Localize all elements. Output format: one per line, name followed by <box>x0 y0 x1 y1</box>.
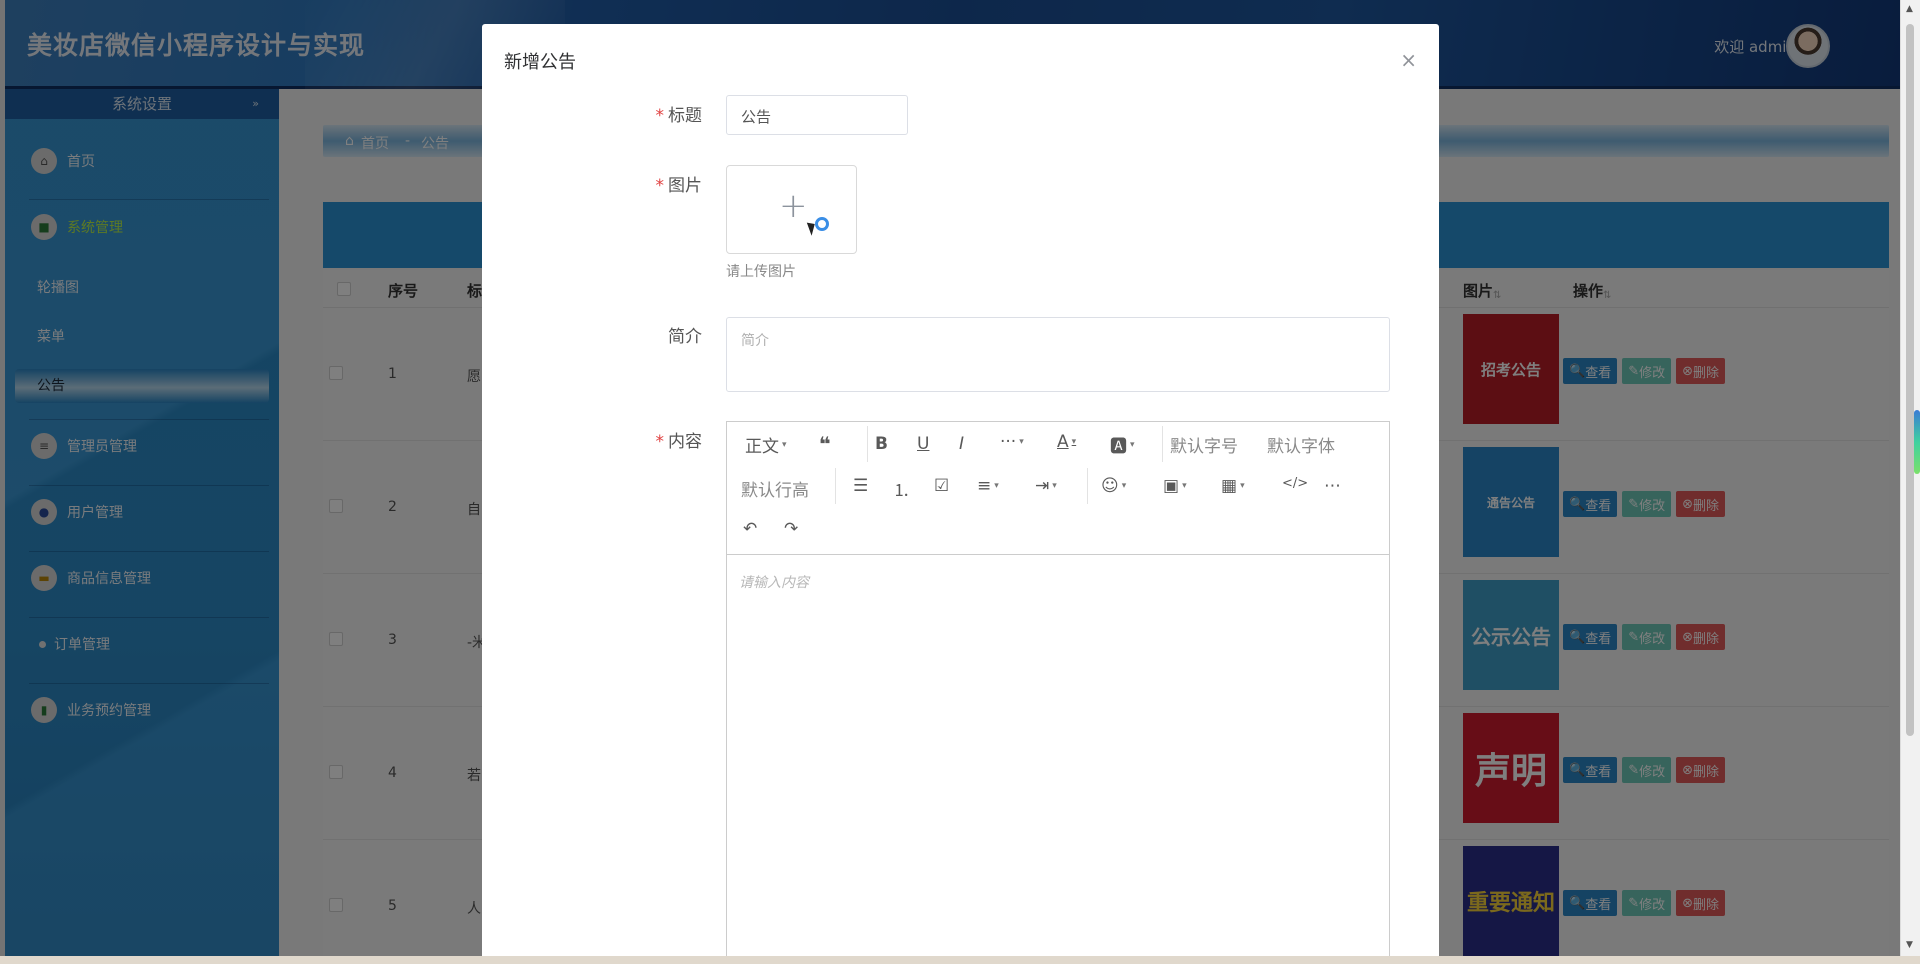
font-size-select[interactable]: 默认字号 <box>1170 432 1238 457</box>
plus-icon: + <box>779 186 808 226</box>
page-scrollbar[interactable]: ▲ ▼ <box>1900 0 1920 956</box>
underline-icon[interactable]: U <box>917 434 929 454</box>
editor-toolbar: 正文 ▾ ❝ B U I ··· ▾ A ▾ 🅰 ▾ 默认字号 默认字体 默认行高 ☰ … <box>727 422 1389 555</box>
heading-select[interactable]: 正文 ▾ <box>745 432 787 457</box>
image-icon[interactable]: ▣ ▾ <box>1163 476 1187 496</box>
line-height-select[interactable]: 默认行高 <box>741 476 809 501</box>
table-icon[interactable]: ▦ ▾ <box>1221 476 1245 496</box>
bold-icon[interactable]: B <box>875 434 888 454</box>
content-placeholder: 请输入内容 <box>739 575 809 591</box>
more-icon[interactable]: ··· ▾ <box>1000 432 1024 452</box>
bg-color-icon[interactable]: 🅰 ▾ <box>1110 432 1135 457</box>
content-label: * 内容 <box>655 432 703 452</box>
emotion-icon[interactable]: ☺ ▾ <box>1101 476 1126 496</box>
image-label: * 图片 <box>655 176 703 196</box>
undo-icon[interactable]: ↶ <box>743 519 757 539</box>
title-input[interactable]: 公告 <box>726 95 908 135</box>
add-notice-dialog: 新增公告 × * 标题 公告 * 图片 + 请上传图片 简介 简介 * 内容 正文 ▾ … <box>482 24 1439 964</box>
upload-hint: 请上传图片 <box>726 264 796 280</box>
image-uploader[interactable]: + <box>726 165 857 254</box>
summary-textarea[interactable]: 简介 <box>726 317 1390 392</box>
font-color-icon[interactable]: A ▾ <box>1057 432 1076 452</box>
quote-icon[interactable]: ❝ <box>819 432 831 456</box>
align-icon[interactable]: ≡ ▾ <box>977 476 999 496</box>
indent-icon[interactable]: ⇥ ▾ <box>1035 476 1057 496</box>
italic-icon[interactable]: I <box>959 434 964 454</box>
divider-icon[interactable]: ⋯ <box>1324 476 1341 496</box>
font-family-select[interactable]: 默认字体 <box>1267 432 1335 457</box>
todo-icon[interactable]: ☑ <box>934 476 949 496</box>
dialog-title: 新增公告 <box>504 52 576 73</box>
loading-icon <box>815 217 829 231</box>
bullet-list-icon[interactable]: ☰ <box>853 476 868 496</box>
summary-label: 简介 <box>668 327 702 347</box>
close-icon[interactable]: × <box>1400 48 1417 72</box>
title-label: * 标题 <box>655 106 703 126</box>
scroll-up-icon[interactable]: ▲ <box>1906 4 1913 14</box>
rich-text-editor[interactable]: 正文 ▾ ❝ B U I ··· ▾ A ▾ 🅰 ▾ 默认字号 默认字体 默认行高 ☰ … <box>726 421 1390 964</box>
scroll-down-icon[interactable]: ▼ <box>1906 940 1913 950</box>
numbered-list-icon[interactable]: ⒈ <box>893 476 910 501</box>
code-icon[interactable]: </> <box>1282 476 1308 491</box>
scroll-thumb[interactable] <box>1906 24 1914 736</box>
redo-icon[interactable]: ↷ <box>784 519 798 539</box>
